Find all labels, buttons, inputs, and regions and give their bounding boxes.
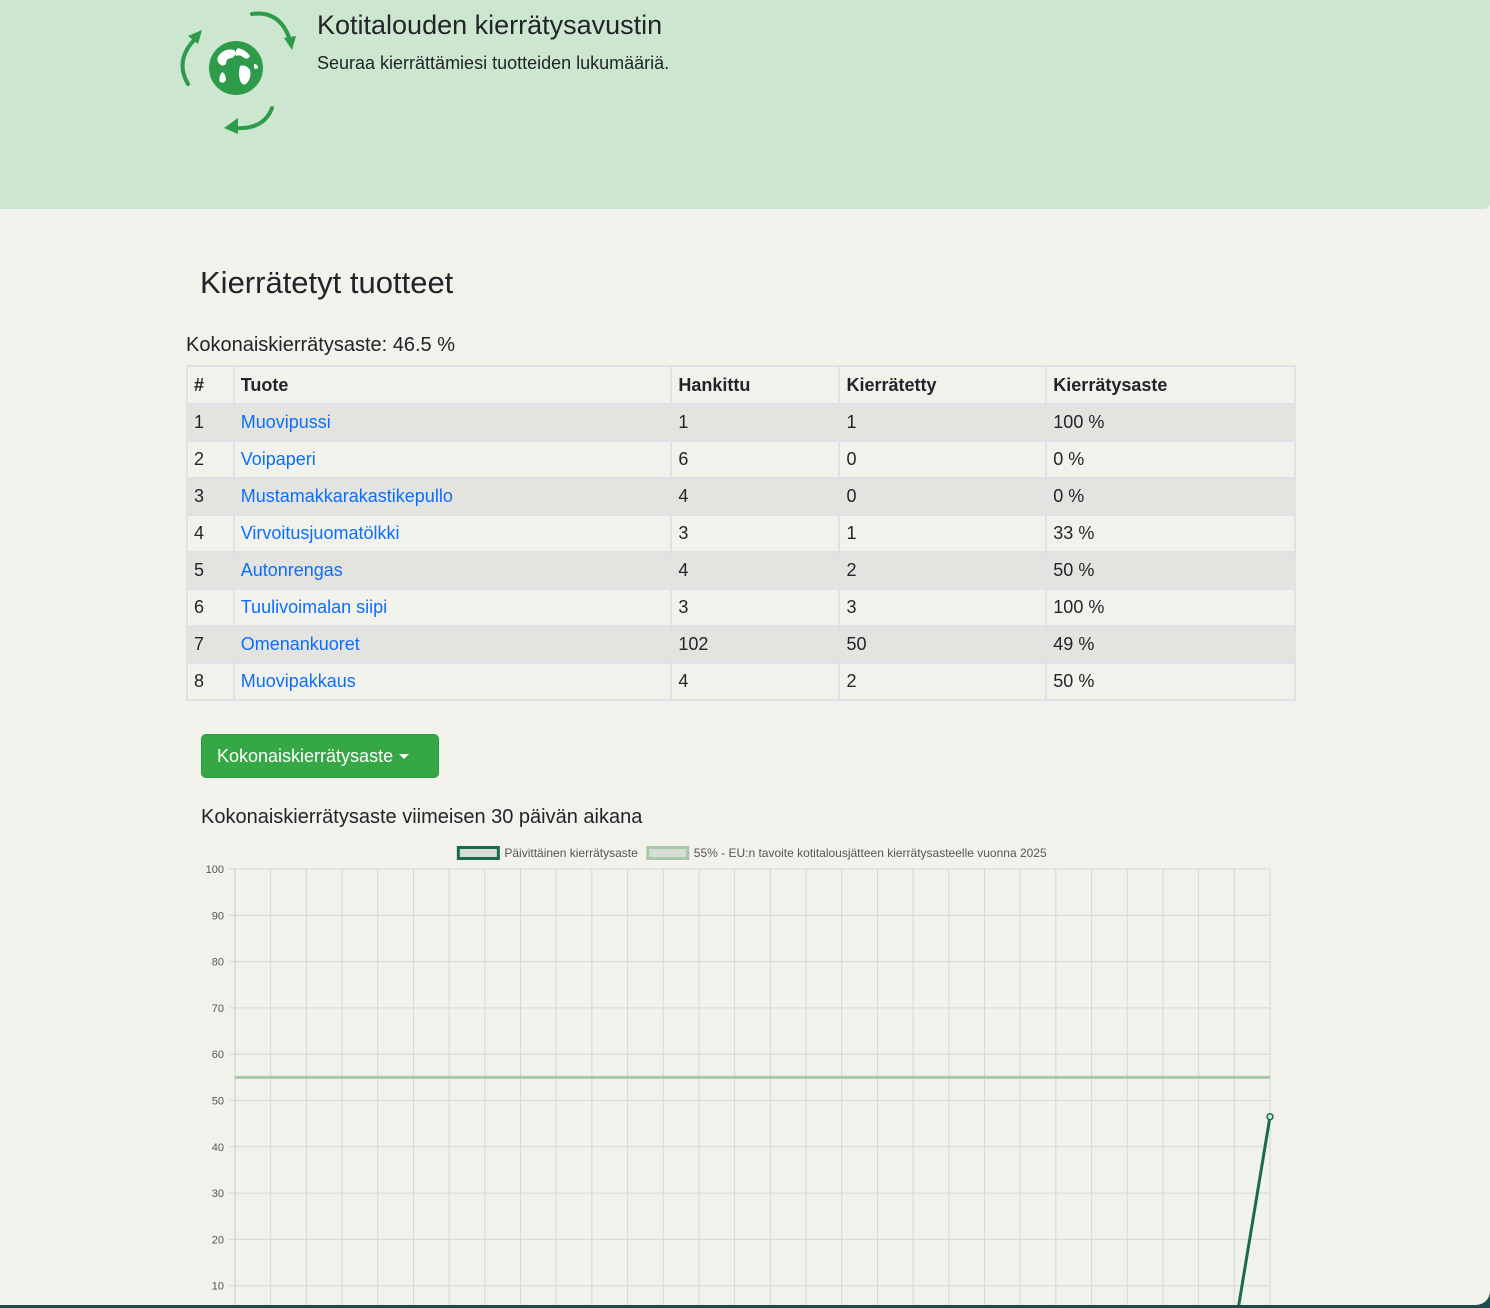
y-tick-label: 10 (212, 1281, 224, 1293)
data-point (1266, 1112, 1274, 1121)
y-tick-label: 70 (212, 1003, 224, 1015)
legend-swatch (646, 846, 690, 860)
y-tick-label: 40 (212, 1142, 224, 1154)
legend-label: 55% - EU:n tavoite kotitalousjätteen kie… (694, 846, 1047, 860)
y-tick-label: 90 (212, 910, 224, 922)
y-tick-label: 50 (212, 1096, 224, 1108)
y-tick-label: 60 (212, 1049, 224, 1061)
legend-swatch (456, 846, 500, 860)
legend-label: Päivittäinen kierrätysaste (504, 846, 638, 860)
y-tick-label: 80 (212, 957, 224, 969)
y-tick-label: 20 (212, 1234, 224, 1246)
y-tick-label: 100 (206, 864, 224, 876)
page: Kotitalouden kierrätysavustin Seuraa kie… (0, 0, 1490, 1305)
daily-rate-line (1237, 1116, 1272, 1305)
recycling-rate-chart: 10 20 30 40 50 60 70 80 90 100 Päivittäinen kierrä… (206, 846, 1274, 1305)
y-tick-label: 30 (212, 1188, 224, 1200)
